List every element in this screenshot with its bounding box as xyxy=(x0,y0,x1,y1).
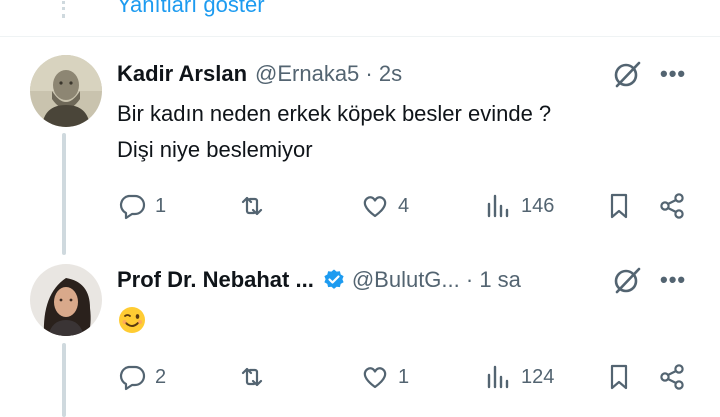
grok-icon[interactable] xyxy=(612,265,642,295)
verified-badge-icon[interactable] xyxy=(322,268,346,292)
heart-icon xyxy=(363,367,387,389)
user-handle[interactable]: @Ernaka5 xyxy=(255,61,359,87)
bookmark-button[interactable] xyxy=(604,359,634,395)
winking-face-emoji xyxy=(119,307,145,333)
display-name[interactable]: Kadir Arslan xyxy=(117,61,247,87)
views-count: 124 xyxy=(521,365,555,388)
retweet-icon xyxy=(241,367,263,387)
avatar-image xyxy=(30,55,102,127)
thread-connector-dots xyxy=(62,0,70,18)
tweet-text-line: Dişi niye beslemiyor xyxy=(117,137,313,162)
previous-thread-strip: Yanıtları göster xyxy=(0,0,720,36)
retweet-icon xyxy=(241,196,263,216)
tweet-text: Bir kadın neden erkek köpek besler evind… xyxy=(117,96,551,168)
tweet-header: Kadir Arslan @Ernaka5 · 2s xyxy=(117,60,402,88)
retweet-button[interactable] xyxy=(237,359,275,395)
separator: · xyxy=(459,267,480,292)
tweet-actions: 1 4 146 xyxy=(117,188,692,224)
retweet-button[interactable] xyxy=(237,188,275,224)
bookmark-icon xyxy=(610,364,628,390)
like-count: 4 xyxy=(398,194,410,217)
like-count: 1 xyxy=(398,365,410,388)
thread-line xyxy=(62,343,66,417)
share-button[interactable] xyxy=(657,359,687,395)
share-button[interactable] xyxy=(657,188,687,224)
tweet-header-actions: ••• xyxy=(612,59,686,89)
like-button[interactable]: 4 xyxy=(360,188,409,224)
like-button[interactable]: 1 xyxy=(360,359,409,395)
show-replies-link[interactable]: Yanıtları göster xyxy=(117,0,265,18)
views-count: 146 xyxy=(521,194,555,217)
share-icon xyxy=(660,364,684,390)
views-icon xyxy=(487,194,509,218)
avatar-kadir-arslan[interactable] xyxy=(30,55,102,127)
thread-line xyxy=(62,133,66,255)
reply-button[interactable]: 2 xyxy=(117,359,166,395)
heart-icon xyxy=(363,196,387,218)
tweet-text-line: Bir kadın neden erkek köpek besler evind… xyxy=(117,101,552,126)
separator: · xyxy=(359,61,379,86)
views-button[interactable]: 124 xyxy=(483,359,554,395)
reply-count: 1 xyxy=(155,194,167,217)
timestamp[interactable]: 2s xyxy=(379,61,402,87)
views-button[interactable]: 146 xyxy=(483,188,554,224)
views-icon xyxy=(487,365,509,389)
more-options-icon[interactable]: ••• xyxy=(660,267,686,293)
more-options-icon[interactable]: ••• xyxy=(660,61,686,87)
reply-icon xyxy=(119,365,146,391)
tweet-actions: 2 1 124 xyxy=(117,359,692,395)
divider xyxy=(0,36,720,37)
display-name[interactable]: Prof Dr. Nebahat ... xyxy=(117,267,314,293)
share-icon xyxy=(660,193,684,219)
tweet-header: Prof Dr. Nebahat ... @BulutG... · 1 sa xyxy=(117,266,521,294)
bookmark-button[interactable] xyxy=(604,188,634,224)
avatar-image xyxy=(30,264,102,336)
reply-icon xyxy=(119,194,146,220)
user-handle[interactable]: @BulutG... xyxy=(352,267,460,293)
avatar-nebahat[interactable] xyxy=(30,264,102,336)
tweet-header-actions: ••• xyxy=(612,265,686,295)
timestamp[interactable]: 1 sa xyxy=(479,267,521,293)
reply-count: 2 xyxy=(155,365,167,388)
bookmark-icon xyxy=(610,193,628,219)
grok-icon[interactable] xyxy=(612,59,642,89)
reply-button[interactable]: 1 xyxy=(117,188,166,224)
